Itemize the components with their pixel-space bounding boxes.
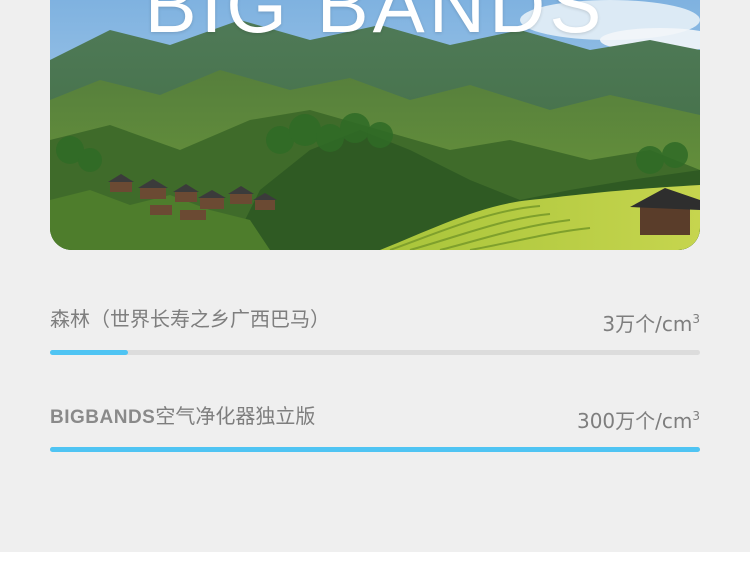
forest-value-text: 3万个/cm bbox=[602, 312, 693, 336]
purifier-ion-value: 300万个/cm3 bbox=[577, 404, 700, 433]
purifier-value-unit-superscript: 3 bbox=[692, 409, 700, 423]
purifier-progress-fill bbox=[50, 447, 700, 452]
hero-title: BIG BANDS bbox=[144, 0, 606, 49]
content-panel: BIG BANDS 森林（世界长寿之乡广西巴马） 3万个/cm3 BIGBAND… bbox=[0, 0, 750, 552]
purifier-value-text: 300万个/cm bbox=[576, 409, 693, 433]
forest-label: 森林（世界长寿之乡广西巴马） bbox=[50, 307, 330, 331]
purifier-label: 空气净化器独立版 bbox=[155, 404, 316, 428]
purifier-progress-track bbox=[50, 447, 700, 452]
forest-progress-track bbox=[50, 350, 700, 355]
forest-progress-fill bbox=[50, 350, 128, 355]
brand-name: BIGBANDS bbox=[50, 407, 156, 428]
purifier-label-group: BIGBANDS空气净化器独立版 bbox=[50, 404, 315, 430]
hero-image: BIG BANDS bbox=[50, 0, 700, 250]
forest-ion-value: 3万个/cm3 bbox=[602, 307, 700, 336]
forest-value-unit-superscript: 3 bbox=[692, 312, 700, 326]
